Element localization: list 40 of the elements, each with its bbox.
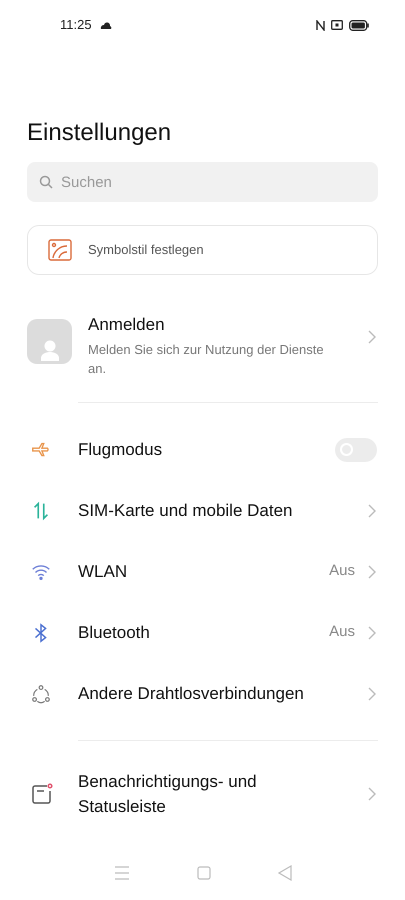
chevron-right-icon [367,502,377,518]
account-row[interactable]: Anmelden Melden Sie sich zur Nutzung der Dienste an. [0,313,405,378]
item-label: Bluetooth [78,622,151,644]
menu-icon[interactable] [114,866,130,880]
cloud-icon [100,21,112,29]
notification-bar-icon [30,782,54,806]
account-title: Anmelden [88,314,166,336]
search-icon [39,175,53,189]
chevron-right-icon [367,624,377,640]
account-subtitle: Melden Sie sich zur Nutzung der Dienste an. [88,341,325,378]
status-time: 11:25 [60,16,92,34]
item-label: WLAN [78,561,128,583]
nfc-icon [316,20,325,30]
search-field[interactable]: Suchen [27,162,378,202]
avatar-icon [27,319,72,364]
settings-item[interactable]: Flugmodus [0,419,405,480]
chevron-right-icon [367,329,377,345]
image-icon [48,239,72,261]
settings-item[interactable]: Bluetooth Aus [0,602,405,663]
sim-icon [331,20,343,30]
item-value: Aus [329,561,355,582]
item-label: Benachrichtigungs- und Statusleiste [78,771,258,818]
icon-style-card[interactable]: Symbolstil festlegen [27,225,378,275]
connections-icon [30,682,52,704]
chevron-right-icon [367,686,377,702]
battery-icon [349,20,369,30]
item-value: Aus [329,622,355,642]
item-label: SIM-Karte und mobile Daten [78,500,294,522]
page-title: Einstellungen [26,118,172,148]
item-label: Flugmodus [78,439,164,461]
chevron-right-icon [367,564,377,580]
settings-item[interactable]: Andere Drahtlosverbindungen [0,663,405,724]
chevron-right-icon [367,786,377,802]
card-label: Symbolstil festlegen [88,241,204,260]
settings-item[interactable]: Benachrichtigungs- und Statusleiste [0,761,405,827]
settings-item[interactable]: WLAN Aus [0,541,405,602]
back-icon[interactable] [278,864,292,880]
settings-item[interactable]: SIM-Karte und mobile Daten [0,480,405,541]
item-label: Andere Drahtlosverbindungen [78,683,305,705]
home-icon[interactable] [196,866,210,880]
